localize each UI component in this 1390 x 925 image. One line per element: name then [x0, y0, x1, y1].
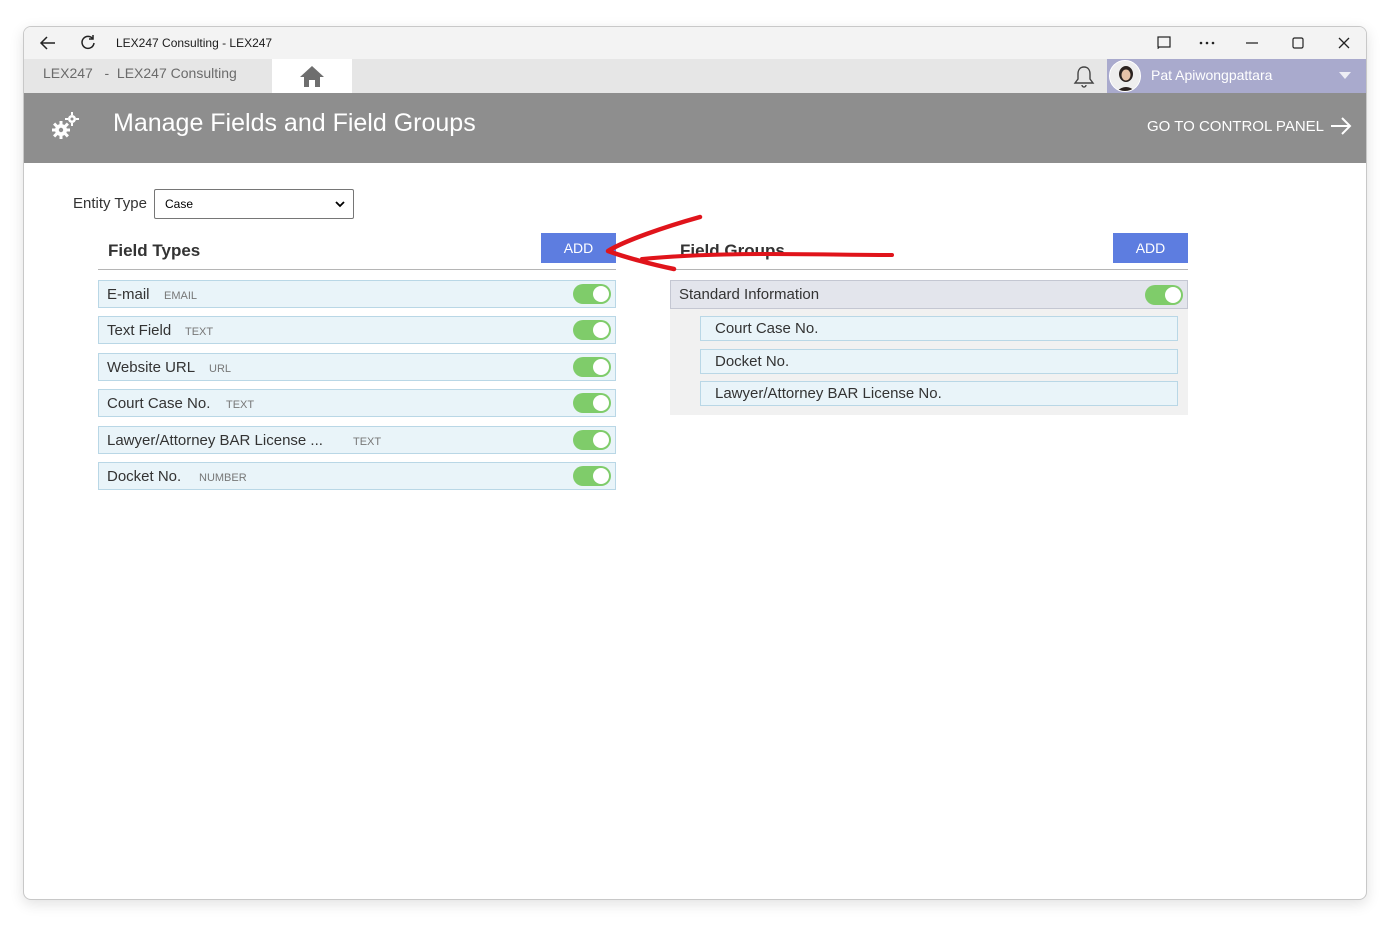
app-nav-bar: LEX247 - LEX247 Consulting Pat Apiwongpa…: [24, 59, 1366, 93]
page-title: Manage Fields and Field Groups: [113, 109, 476, 137]
field-type-name: Lawyer/Attorney BAR License ...: [107, 432, 323, 449]
more-icon[interactable]: [1189, 27, 1225, 59]
back-arrow-icon[interactable]: [30, 27, 66, 59]
field-type-row[interactable]: Lawyer/Attorney BAR License ... TEXT: [98, 426, 616, 454]
page-header: Manage Fields and Field Groups GO TO CON…: [24, 93, 1366, 163]
field-types-divider: [98, 269, 616, 270]
field-group-item-label: Court Case No.: [715, 320, 819, 337]
field-type-kind: TEXT: [185, 326, 214, 338]
entity-type-select[interactable]: Case: [154, 189, 354, 219]
home-icon: [300, 66, 324, 87]
field-group-item[interactable]: Docket No.: [700, 349, 1178, 374]
field-type-kind: TEXT: [353, 436, 382, 448]
go-to-control-panel-link[interactable]: GO TO CONTROL PANEL: [1147, 117, 1352, 135]
field-group-name: Standard Information: [679, 286, 820, 303]
field-type-name: Court Case No.: [107, 395, 211, 412]
field-groups-divider: [670, 269, 1188, 270]
add-field-group-button[interactable]: ADD: [1113, 233, 1188, 263]
field-type-toggle[interactable]: [573, 466, 611, 486]
field-type-toggle[interactable]: [573, 284, 611, 304]
field-type-name: Docket No.: [107, 468, 182, 485]
field-type-name: E-mail: [107, 286, 150, 303]
field-type-row[interactable]: Docket No. NUMBER: [98, 462, 616, 490]
window-title: LEX247 Consulting - LEX247: [116, 36, 273, 50]
chevron-down-icon: [335, 201, 345, 208]
field-type-kind: URL: [209, 363, 232, 375]
entity-type-value: Case: [165, 197, 194, 211]
maximize-icon[interactable]: [1280, 27, 1316, 59]
add-field-type-button[interactable]: ADD: [541, 233, 616, 263]
minimize-icon[interactable]: [1234, 27, 1270, 59]
user-name: Pat Apiwongpattara: [1151, 67, 1273, 83]
field-group-item[interactable]: Lawyer/Attorney BAR License No.: [700, 381, 1178, 406]
field-group-toggle[interactable]: [1145, 285, 1183, 305]
home-button[interactable]: [272, 59, 352, 93]
field-groups-title: Field Groups: [680, 241, 785, 260]
field-type-row[interactable]: Court Case No. TEXT: [98, 389, 616, 417]
field-group-item-label: Docket No.: [715, 353, 790, 370]
avatar: [1109, 60, 1141, 92]
field-type-row[interactable]: Website URL URL: [98, 353, 616, 381]
field-type-toggle[interactable]: [573, 393, 611, 413]
app-window: LEX247 Consulting - LEX247 LEX247 - LEX2…: [23, 26, 1367, 900]
field-type-kind: NUMBER: [199, 472, 247, 484]
field-group-header[interactable]: Standard Information: [670, 280, 1188, 309]
field-type-row[interactable]: E-mail EMAIL: [98, 280, 616, 308]
field-type-toggle[interactable]: [573, 430, 611, 450]
cast-icon[interactable]: [1146, 27, 1182, 59]
field-types-title: Field Types: [108, 241, 201, 260]
arrow-right-icon: [1331, 117, 1352, 135]
entity-type-label: Entity Type: [73, 195, 147, 212]
title-bar: LEX247 Consulting - LEX247: [24, 27, 1366, 59]
control-panel-label: GO TO CONTROL PANEL: [1147, 117, 1324, 135]
refresh-icon[interactable]: [70, 27, 106, 59]
field-type-name: Text Field: [107, 322, 172, 339]
breadcrumb[interactable]: LEX247 - LEX247 Consulting: [43, 65, 237, 81]
field-type-row[interactable]: Text Field TEXT: [98, 316, 616, 344]
breadcrumb-area: LEX247 - LEX247 Consulting: [24, 59, 272, 93]
gears-icon: [50, 111, 80, 145]
field-group-item[interactable]: Court Case No.: [700, 316, 1178, 341]
chevron-down-icon[interactable]: [1339, 72, 1351, 79]
field-group-panel: Standard Information Court Case No. Dock…: [670, 280, 1188, 415]
field-type-name: Website URL: [107, 359, 196, 376]
field-type-kind: TEXT: [226, 399, 255, 411]
field-type-toggle[interactable]: [573, 357, 611, 377]
field-type-kind: EMAIL: [164, 290, 198, 302]
user-menu[interactable]: Pat Apiwongpattara: [1107, 59, 1366, 93]
field-group-item-label: Lawyer/Attorney BAR License No.: [715, 385, 942, 402]
bell-icon[interactable]: [1072, 64, 1096, 92]
field-type-toggle[interactable]: [573, 320, 611, 340]
close-icon[interactable]: [1326, 27, 1362, 59]
